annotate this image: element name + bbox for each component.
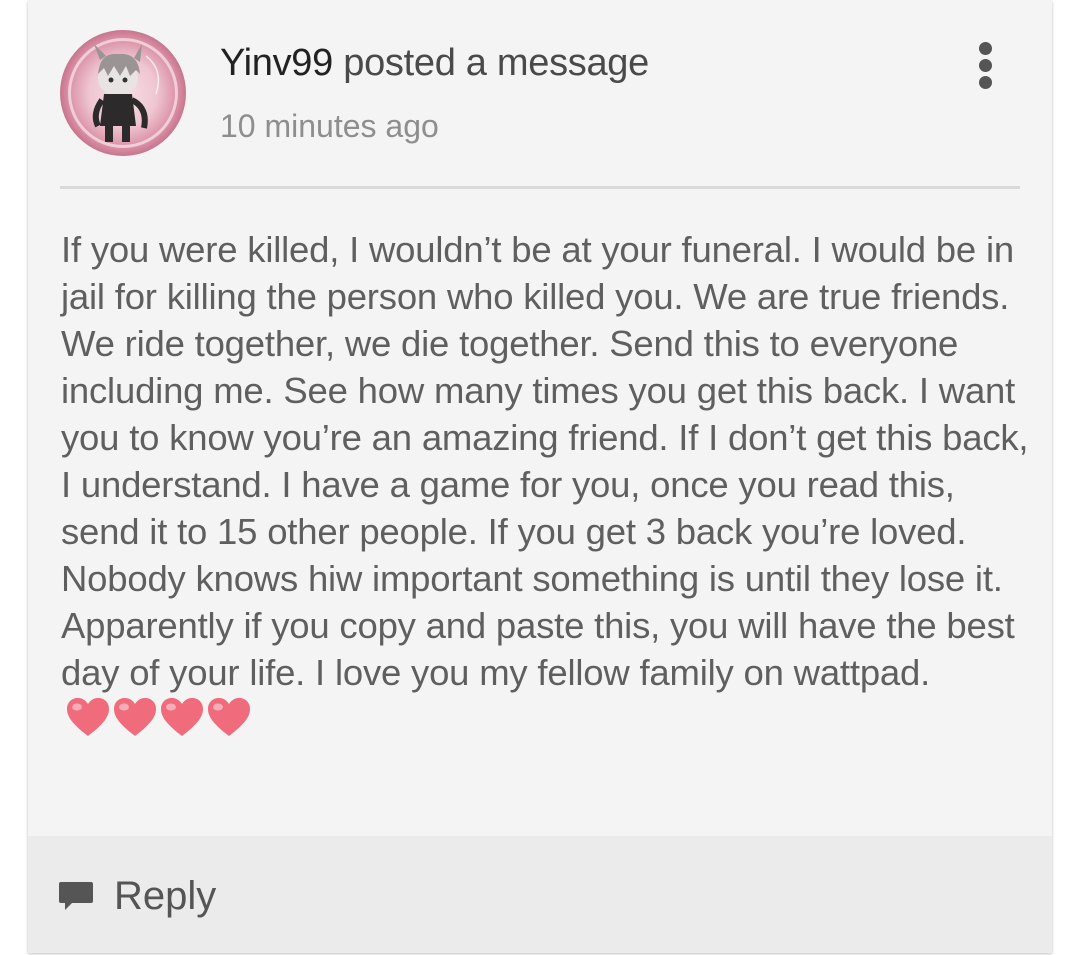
post-footer: Reply xyxy=(28,836,1052,953)
heart-emoji-icon xyxy=(208,698,250,736)
reply-label: Reply xyxy=(114,874,217,918)
comment-icon xyxy=(59,882,93,910)
more-vertical-icon-dot xyxy=(979,42,992,55)
message-text: If you were killed, I wouldn’t be at you… xyxy=(61,229,1029,693)
reply-button[interactable]: Reply xyxy=(58,866,258,926)
message-body: If you were killed, I wouldn’t be at you… xyxy=(61,226,1036,743)
heart-emoji-icon xyxy=(67,698,109,736)
post-action-text: posted a message xyxy=(332,42,649,84)
heart-emoji-icon xyxy=(114,698,156,736)
message-card: Yinv99 posted a message 10 minutes ago I… xyxy=(28,0,1052,953)
more-vertical-icon-dot xyxy=(979,59,992,72)
heart-emoji-icon xyxy=(161,698,203,736)
post-title: Yinv99 posted a message xyxy=(220,42,649,85)
more-options-button[interactable] xyxy=(966,38,1006,92)
heart-emoji-group xyxy=(65,696,253,740)
post-timestamp: 10 minutes ago xyxy=(220,108,439,144)
user-avatar[interactable] xyxy=(60,30,186,156)
header-divider xyxy=(60,186,1020,189)
avatar-figure-icon xyxy=(92,44,160,142)
more-vertical-icon-dot xyxy=(979,76,992,89)
post-header: Yinv99 posted a message 10 minutes ago xyxy=(28,0,1052,188)
username-link[interactable]: Yinv99 xyxy=(220,42,333,84)
